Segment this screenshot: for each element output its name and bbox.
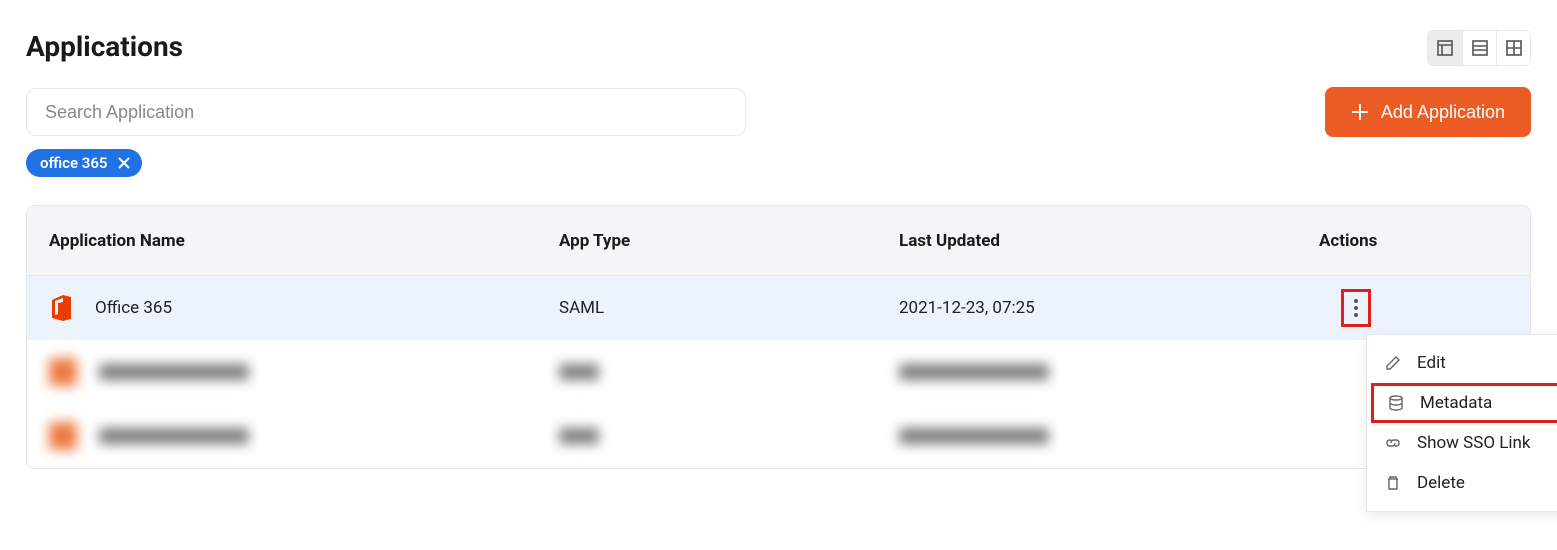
filter-chip-label: office 365 [40, 154, 108, 172]
col-app-type: App Type [559, 231, 899, 251]
actions-menu: Edit Metadata Show SSO Link Delete [1366, 334, 1557, 512]
col-last-updated: Last Updated [899, 231, 1319, 251]
view-layout-button[interactable] [1428, 31, 1462, 65]
link-icon [1385, 435, 1401, 451]
col-actions: Actions [1319, 231, 1508, 251]
trash-icon [1385, 475, 1401, 491]
pencil-icon [1385, 355, 1401, 371]
menu-label: Delete [1417, 473, 1465, 493]
list-icon [1472, 40, 1488, 56]
add-application-label: Add Application [1381, 102, 1505, 123]
office-icon [49, 294, 73, 322]
app-updated: 2021-12-23, 07:25 [899, 298, 1319, 318]
table-row[interactable]: Office 365 SAML 2021-12-23, 07:25 [27, 276, 1530, 340]
layout-icon [1437, 40, 1453, 56]
applications-table: Application Name App Type Last Updated A… [26, 205, 1531, 469]
menu-label: Metadata [1420, 393, 1492, 413]
plus-icon [1351, 103, 1369, 121]
app-type: SAML [559, 298, 899, 318]
search-input[interactable] [26, 88, 746, 136]
col-application-name: Application Name [49, 231, 559, 251]
menu-item-show-sso[interactable]: Show SSO Link [1367, 423, 1557, 463]
view-grid-button[interactable] [1496, 31, 1530, 65]
view-toggle-group [1427, 30, 1531, 66]
menu-label: Show SSO Link [1417, 433, 1531, 453]
add-application-button[interactable]: Add Application [1325, 87, 1531, 137]
page-title: Applications [26, 30, 183, 63]
table-row [27, 404, 1530, 468]
view-list-button[interactable] [1462, 31, 1496, 65]
filter-chip: office 365 [26, 149, 142, 177]
row-actions-button[interactable] [1341, 289, 1371, 327]
menu-label: Edit [1417, 353, 1446, 373]
grid-icon [1506, 40, 1522, 56]
database-icon [1388, 395, 1404, 411]
menu-item-delete[interactable]: Delete [1367, 463, 1557, 503]
table-header: Application Name App Type Last Updated A… [27, 206, 1530, 276]
filter-chip-remove[interactable] [118, 157, 130, 169]
app-name: Office 365 [95, 298, 172, 318]
close-icon [118, 157, 130, 169]
table-row [27, 340, 1530, 404]
menu-item-edit[interactable]: Edit [1367, 343, 1557, 383]
menu-item-metadata[interactable]: Metadata [1371, 383, 1557, 423]
kebab-icon [1354, 299, 1358, 317]
